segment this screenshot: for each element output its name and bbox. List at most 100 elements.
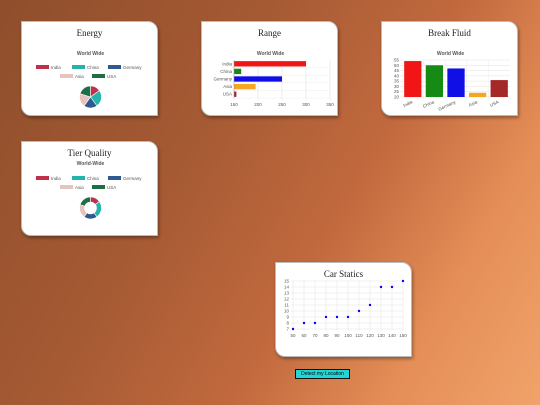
y-tick-label-15: 15	[284, 279, 290, 284]
x-tick-label-90: 90	[334, 333, 340, 338]
range-card: Range World Wide 150 200 250 300 350 India Chin…	[201, 21, 338, 116]
break-fluid-card: Break Fluid World Wide 20 25 30 35 40 45 50 55 In…	[381, 21, 518, 116]
x-tick-label-150: 150	[399, 333, 407, 338]
x-tick-label-110: 110	[355, 333, 363, 338]
y-tick-label-13: 13	[284, 291, 290, 296]
x-tick-label-germany: Germany	[438, 99, 458, 112]
y-tick-label-25: 25	[394, 89, 400, 94]
legend-label-asia: Asia	[75, 74, 84, 79]
chart-title: World-Wide	[77, 161, 105, 167]
data-point	[302, 321, 306, 325]
x-tick-label-india: India	[402, 99, 413, 108]
chart-title: World Wide	[257, 51, 285, 57]
data-point	[357, 309, 361, 313]
y-tick-label-asia: Asia	[223, 84, 232, 89]
data-point	[324, 315, 328, 319]
bar-india	[404, 61, 422, 97]
legend-label-asia: Asia	[75, 185, 84, 190]
x-tick-label-140: 140	[388, 333, 396, 338]
x-tick-label-usa: USA	[489, 99, 500, 107]
tier-quality-doughnut-chart: World-Wide India China Germany Asia USA	[36, 161, 142, 220]
y-tick-label-55: 55	[394, 58, 400, 63]
break-fluid-bar-chart: World Wide 2025303540455055 India China Germ…	[394, 51, 510, 112]
y-tick-label-20: 20	[394, 95, 400, 100]
legend-swatch-usa	[92, 185, 105, 189]
legend-swatch-asia	[60, 74, 73, 78]
y-tick-label-12: 12	[284, 297, 290, 302]
bar-asia	[468, 92, 487, 97]
x-tick-label-50: 50	[290, 333, 296, 338]
y-tick-label-usa: USA	[223, 92, 232, 97]
bar-china	[234, 68, 242, 75]
data-point	[390, 285, 394, 289]
y-tick-label-9: 9	[286, 315, 289, 320]
data-point	[379, 285, 383, 289]
legend-swatch-usa	[92, 74, 105, 78]
y-tick-label-50: 50	[394, 63, 400, 68]
data-point	[368, 303, 372, 307]
y-tick-label-40: 40	[394, 73, 400, 78]
y-tick-label-china: China	[220, 69, 232, 74]
legend-label-india: India	[51, 176, 61, 181]
legend-swatch-china	[72, 176, 85, 180]
data-point	[346, 315, 350, 319]
x-tick-label-130: 130	[377, 333, 385, 338]
bar-usa	[490, 80, 508, 97]
bar-china	[425, 65, 444, 97]
legend-swatch-germany	[108, 65, 121, 69]
legend-label-usa: USA	[107, 74, 116, 79]
energy-pie-chart: World Wide India China Germany Asia USA	[36, 51, 142, 109]
legend-swatch-germany	[108, 176, 121, 180]
legend-label-germany: Germany	[123, 176, 142, 181]
y-tick-label-11: 11	[284, 303, 289, 308]
legend-swatch-india	[36, 176, 49, 180]
data-point	[291, 327, 295, 331]
legend-label-china: China	[87, 176, 99, 181]
bar-asia	[234, 83, 256, 90]
detect-location-button[interactable]: Detect my Location	[295, 369, 350, 379]
data-point	[401, 279, 405, 283]
car-statics-scatter-chart: 789101112131415 50 60 70 80 90 100 110 120 130 140…	[284, 279, 407, 339]
x-tick-label-300: 300	[302, 102, 310, 107]
legend-swatch-asia	[60, 185, 73, 189]
x-tick-label-asia: Asia	[468, 99, 478, 107]
x-tick-label-china: China	[422, 99, 435, 109]
pie-slice-usa	[79, 196, 91, 207]
y-tick-label-35: 35	[394, 79, 400, 84]
x-tick-label-200: 200	[254, 102, 262, 107]
data-point	[335, 315, 339, 319]
x-tick-label-100: 100	[344, 333, 352, 338]
legend-swatch-india	[36, 65, 49, 69]
y-tick-label-30: 30	[394, 84, 400, 89]
legend-swatch-china	[72, 65, 85, 69]
x-tick-label-120: 120	[366, 333, 374, 338]
energy-card: Energy World Wide India China Germany Asia US…	[21, 21, 158, 116]
y-tick-label-14: 14	[284, 285, 290, 290]
car-statics-card: Car Statics 7 8 9 10 11 12 13 14 15 50 60 70 80 90 100…	[275, 262, 412, 357]
y-tick-label-germany: Germany	[213, 77, 232, 82]
y-tick-label-45: 45	[394, 68, 400, 73]
chart-title: World Wide	[77, 51, 105, 57]
chart-title: World Wide	[437, 51, 465, 57]
y-tick-label-india: India	[222, 61, 232, 66]
range-bar-chart: World Wide 150 200 250 300 350 India China Germa…	[213, 51, 334, 107]
legend-label-india: India	[51, 65, 61, 70]
legend-label-china: China	[87, 65, 99, 70]
bar-germany	[447, 68, 465, 97]
data-point	[313, 321, 317, 325]
x-tick-label-350: 350	[326, 102, 334, 107]
legend-label-germany: Germany	[123, 65, 142, 70]
x-tick-label-70: 70	[312, 333, 318, 338]
bar-usa	[234, 91, 237, 97]
bar-india	[234, 61, 306, 67]
tier-quality-card: Tier Quality World-Wide India China Germany…	[21, 141, 158, 236]
y-tick-label-10: 10	[284, 309, 290, 314]
y-tick-label-7: 7	[286, 327, 289, 332]
bar-germany	[234, 76, 282, 82]
legend-label-usa: USA	[107, 185, 116, 190]
x-tick-label-80: 80	[323, 333, 329, 338]
y-tick-label-8: 8	[286, 321, 289, 326]
x-tick-label-150: 150	[230, 102, 238, 107]
x-tick-label-250: 250	[278, 102, 286, 107]
x-tick-label-60: 60	[301, 333, 307, 338]
